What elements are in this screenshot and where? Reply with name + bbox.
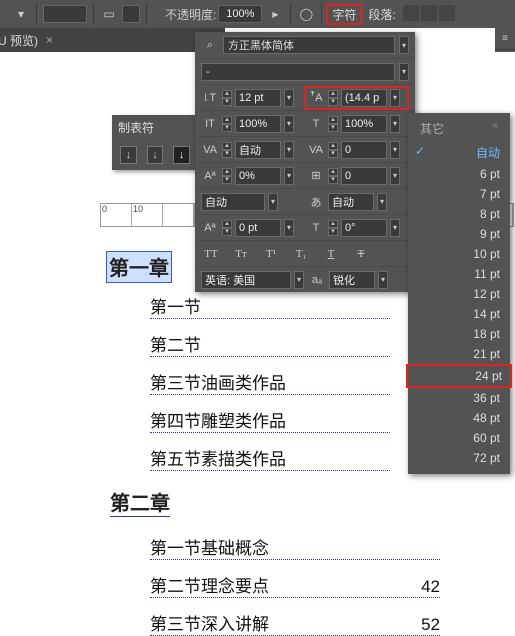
dropdown-item[interactable]: 12 pt [408, 284, 510, 304]
dropdown-item[interactable]: 10 pt [408, 244, 510, 264]
character-panel: ⌕ 方正黑体简体 ▾ - ▾ ꜑T ▴▾ 12 pt ▾ ꜛA ▴▾ (14.4… [195, 32, 415, 292]
options-bar: ▾ ▭ 不透明度: 100% ▸ ◯ 字符 段落: [0, 0, 515, 28]
dropdown-item[interactable]: 36 pt [408, 388, 510, 408]
superscript-btn[interactable]: T¹ [261, 245, 281, 263]
tracking-field[interactable]: 0 [341, 141, 387, 159]
rotate-icon: T [307, 222, 325, 234]
fontsize-icon: ꜑T [201, 91, 219, 104]
style-dd-icon[interactable]: ▾ [399, 63, 409, 81]
font-dd-icon[interactable]: ▾ [399, 36, 409, 54]
hscale-field[interactable]: 100% [341, 115, 387, 133]
tracking-icon: VA [307, 144, 325, 156]
dropdown-item[interactable]: 8 pt [408, 204, 510, 224]
leading-spinner[interactable]: ▴▾ [328, 90, 338, 106]
tab-character[interactable]: 字符 [326, 4, 362, 25]
tab-paragraph[interactable]: 段落: [362, 6, 401, 23]
indent-field[interactable]: 自动 [201, 193, 265, 211]
ruler[interactable]: 010 [100, 203, 195, 227]
align-buttons[interactable] [402, 5, 456, 24]
fill-swatch[interactable]: ▭ [100, 5, 118, 23]
antialias-icon: aₐ [308, 274, 326, 286]
toc-line: 第一节 [150, 293, 390, 319]
opacity-field[interactable]: 100% [218, 5, 262, 23]
underline-btn[interactable]: T [321, 245, 341, 263]
dropdown-header: 其它« [408, 117, 510, 141]
toc-line: 第二节 [150, 331, 390, 357]
kerning-icon: VA [201, 144, 219, 156]
toc-line: 第四节雕塑类作品 [150, 407, 390, 433]
close-icon[interactable]: × [46, 33, 53, 47]
font-style-field[interactable]: - [201, 63, 395, 81]
strike-btn[interactable]: T [351, 245, 371, 263]
dropdown-item[interactable]: 21 pt [408, 344, 510, 364]
size-spinner[interactable]: ▴▾ [222, 90, 232, 106]
dropdown-icon[interactable]: ▾ [12, 5, 30, 23]
collapse-icon[interactable]: « [492, 120, 498, 137]
text-style-buttons: TT Tᴛ T¹ T₁ T T [195, 240, 415, 266]
leading-field[interactable]: (14.4 p [341, 89, 387, 107]
stroke-field[interactable] [122, 5, 140, 23]
tsume-field[interactable]: 0 [341, 167, 387, 185]
font-family-field[interactable]: 方正黑体简体 [223, 36, 395, 54]
tabstops-panel: 制表符 ↓ ↓ ↓ [112, 115, 198, 170]
dropdown-item[interactable]: 9 pt [408, 224, 510, 244]
smallcaps-btn[interactable]: Tᴛ [231, 245, 251, 263]
tabstops-title: 制表符 [112, 115, 198, 140]
opacity-label: 不透明度: [165, 6, 216, 23]
w-field[interactable] [43, 5, 87, 23]
indent2-field[interactable]: 自动 [328, 193, 374, 211]
dropdown-item[interactable]: 14 pt [408, 304, 510, 324]
tab-left-btn[interactable]: ↓ [120, 146, 137, 164]
toc-line: 第三节油画类作品 [150, 369, 390, 395]
vscale-icon: IT [201, 118, 219, 130]
rightval-field[interactable]: 0° [341, 219, 387, 237]
dropdown-item[interactable]: 6 pt [408, 164, 510, 184]
dropdown-item[interactable]: 18 pt [408, 324, 510, 344]
subscript-btn[interactable]: T₁ [291, 245, 311, 263]
dropdown-item[interactable]: 7 pt [408, 184, 510, 204]
vscale-field[interactable]: 100% [235, 115, 281, 133]
baseline-field[interactable]: 0% [235, 167, 281, 185]
language-field[interactable]: 英语: 美国 [201, 271, 291, 289]
toc-line: 第一节基础概念 [150, 534, 440, 560]
shift-icon: Aª [201, 222, 219, 234]
dropdown-item[interactable]: 72 pt [408, 448, 510, 468]
document-tab[interactable]: IYK/GPU 预览) [0, 32, 38, 49]
edge-expand-icon[interactable]: ≡ [495, 28, 515, 50]
dropdown-item[interactable]: 24 pt [406, 364, 512, 388]
tab-center-btn[interactable]: ↓ [147, 146, 164, 164]
baseline-icon: Aª [201, 170, 219, 182]
leftpt-field[interactable]: 0 pt [235, 219, 281, 237]
leading-dd-icon[interactable]: ▾ [390, 89, 400, 107]
akiright-icon: あ [307, 194, 325, 210]
leading-group-highlight: ꜛA ▴▾ (14.4 p ▾ [304, 86, 409, 110]
check-icon: ✓ [415, 144, 425, 158]
dropdown-item[interactable]: 11 pt [408, 264, 510, 284]
leading-dropdown: 其它« ✓自动 6 pt7 pt8 pt9 pt10 pt11 pt12 pt1… [408, 113, 510, 474]
tab-right-btn[interactable]: ↓ [173, 146, 190, 164]
opacity-caret-icon[interactable]: ▸ [266, 5, 284, 23]
search-icon[interactable]: ⌕ [201, 39, 219, 52]
document-tabs: IYK/GPU 预览) × [0, 28, 225, 52]
dropdown-item[interactable]: 60 pt [408, 428, 510, 448]
font-size-field[interactable]: 12 pt [235, 89, 281, 107]
style-ball-icon[interactable]: ◯ [297, 5, 315, 23]
tsume-icon: ⊞ [307, 169, 325, 182]
dropdown-item-auto[interactable]: ✓自动 [408, 141, 510, 164]
allcaps-btn[interactable]: TT [201, 245, 221, 263]
hscale-icon: T [307, 118, 325, 130]
toc-line: 第五节素描类作品 [150, 445, 390, 471]
kerning-field[interactable]: 自动 [235, 141, 281, 159]
toc-line: 第三节深入讲解52 [150, 610, 440, 636]
antialias-field[interactable]: 锐化 [329, 271, 375, 289]
heading-ch2: 第二章 [110, 487, 170, 516]
toc-line: 第二节理念要点42 [150, 572, 440, 598]
dropdown-item[interactable]: 48 pt [408, 408, 510, 428]
leading-icon: ꜛA [307, 92, 325, 104]
size-dd-icon[interactable]: ▾ [284, 89, 294, 107]
